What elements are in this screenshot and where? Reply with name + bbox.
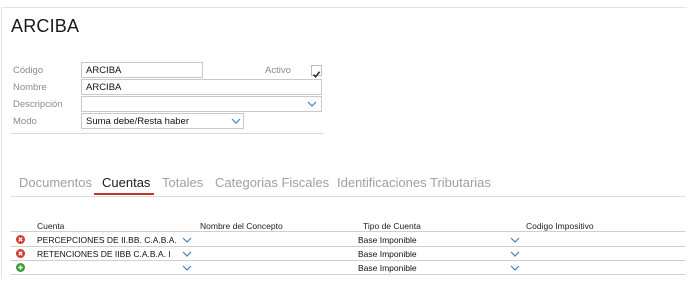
column-header-cuenta: Cuenta [37, 221, 65, 231]
row-2-tipo-cuenta-chevron-down-icon[interactable] [510, 249, 520, 259]
row-1-tipo-cuenta-chevron-down-icon[interactable] [510, 235, 520, 245]
row-1-tipo-cuenta[interactable]: Base Imponible [358, 235, 498, 245]
modo-value: Suma debe/Resta haber [86, 116, 189, 127]
column-header-codigo-impositivo: Codigo Impositivo [526, 221, 594, 231]
row-2-cuenta-chevron-down-icon[interactable] [182, 249, 192, 259]
tab-cuentas[interactable]: Cuentas [102, 175, 150, 190]
descripcion-select[interactable] [81, 96, 322, 112]
grid-header-divider [11, 231, 685, 232]
nombre-input[interactable]: ARCIBA [81, 79, 322, 95]
tab-identificaciones-tributarias[interactable]: Identificaciones Tributarias [337, 175, 491, 190]
remove-icon[interactable] [16, 249, 25, 258]
remove-icon[interactable] [16, 235, 25, 244]
row-1-cuenta[interactable]: PERCEPCIONES DE II.BB. C.A.B.A. [37, 235, 178, 245]
tab-categorias-fiscales[interactable]: Categorias Fiscales [215, 175, 329, 190]
active-tab-indicator [94, 193, 154, 195]
row-3-tipo-cuenta[interactable]: Base Imponible [358, 263, 498, 273]
tabs-divider [11, 196, 685, 197]
tab-totales[interactable]: Totales [162, 175, 203, 190]
codigo-label: Código [13, 65, 44, 76]
row-2-cuenta[interactable]: RETENCIONES DE IIBB C.A.B.A. I [37, 249, 178, 259]
activo-checkbox[interactable] [311, 65, 322, 79]
row-2-tipo-cuenta[interactable]: Base Imponible [358, 249, 498, 259]
activo-label: Activo [265, 65, 291, 76]
row-3-tipo-cuenta-chevron-down-icon[interactable] [510, 263, 520, 273]
row-3-cuenta-chevron-down-icon[interactable] [182, 263, 192, 273]
column-header-nombre-concepto: Nombre del Concepto [200, 221, 283, 231]
row-1-cuenta-chevron-down-icon[interactable] [182, 235, 192, 245]
modo-select[interactable]: Suma debe/Resta haber [81, 113, 244, 129]
tab-documentos[interactable]: Documentos [19, 175, 92, 190]
row-1-divider [11, 246, 685, 247]
modo-chevron-down-icon[interactable] [231, 116, 241, 126]
column-header-tipo-cuenta: Tipo de Cuenta [363, 221, 421, 231]
page-title: ARCIBA [11, 16, 80, 36]
add-icon[interactable] [16, 263, 25, 272]
descripcion-label: Descripción [13, 99, 63, 110]
nombre-label: Nombre [13, 82, 47, 93]
descripcion-chevron-down-icon[interactable] [307, 99, 317, 109]
row-3-divider [11, 274, 685, 275]
form-divider [11, 133, 323, 134]
row-2-divider [11, 260, 685, 261]
codigo-input[interactable]: ARCIBA [81, 62, 203, 78]
checkmark-icon [312, 71, 321, 79]
modo-label: Modo [13, 116, 37, 127]
